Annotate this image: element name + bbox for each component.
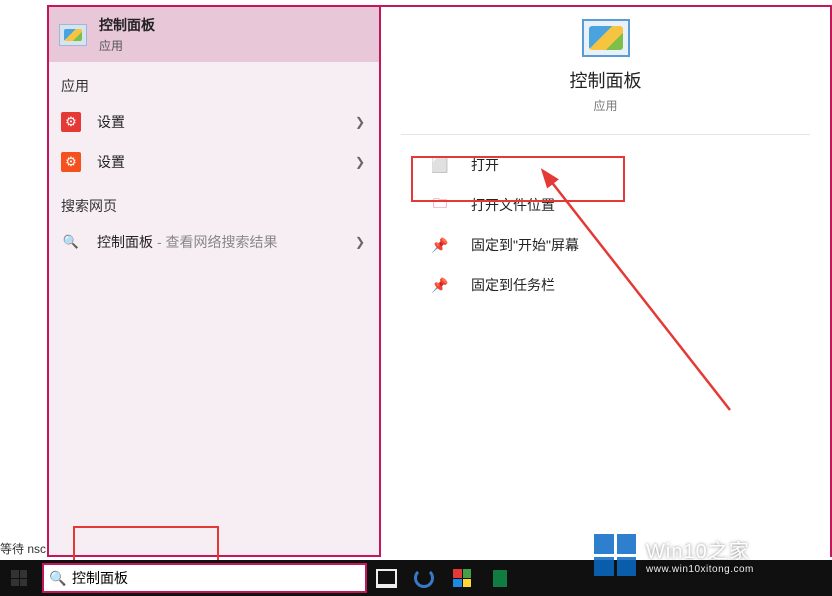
control-panel-large-icon: [582, 19, 630, 57]
chevron-right-icon: ❯: [355, 115, 365, 129]
windows-logo-icon: [11, 570, 27, 586]
detail-subtitle: 应用: [381, 97, 830, 114]
status-text: 等待 nsc: [0, 540, 46, 557]
task-view-button[interactable]: [367, 560, 405, 596]
open-icon: ⬜: [431, 156, 449, 174]
pin-icon: 📌: [431, 236, 449, 254]
divider: [401, 134, 810, 135]
search-icon: 🔍: [44, 570, 72, 587]
action-pin-start[interactable]: 📌 固定到"开始"屏幕: [381, 225, 830, 265]
result-settings-1[interactable]: 设置 ❯: [49, 102, 379, 142]
section-web-label: 搜索网页: [49, 182, 379, 222]
excel-taskbar-icon[interactable]: [481, 560, 519, 596]
gear-icon: [61, 152, 81, 172]
folder-icon: 🗀: [431, 196, 449, 214]
action-label: 固定到任务栏: [471, 275, 555, 295]
result-label: 控制面板: [97, 232, 153, 252]
action-open[interactable]: ⬜ 打开: [381, 145, 830, 185]
section-apps-label: 应用: [49, 62, 379, 102]
chevron-right-icon: ❯: [355, 235, 365, 249]
edge-taskbar-icon[interactable]: [405, 560, 443, 596]
best-match-title: 控制面板: [99, 15, 155, 35]
start-button[interactable]: [0, 560, 38, 596]
action-label: 打开文件位置: [471, 195, 555, 215]
result-label: 设置: [97, 112, 125, 132]
action-label: 打开: [471, 155, 499, 175]
action-open-location[interactable]: 🗀 打开文件位置: [381, 185, 830, 225]
office-taskbar-icon[interactable]: [443, 560, 481, 596]
result-settings-2[interactable]: 设置 ❯: [49, 142, 379, 182]
action-pin-taskbar[interactable]: 📌 固定到任务栏: [381, 265, 830, 305]
taskbar: 🔍: [0, 560, 832, 596]
detail-title: 控制面板: [381, 67, 830, 93]
taskbar-search-box[interactable]: 🔍: [42, 563, 367, 593]
gear-icon: [61, 112, 81, 132]
result-label: 设置: [97, 152, 125, 172]
action-label: 固定到"开始"屏幕: [471, 235, 579, 255]
search-icon: [61, 232, 81, 252]
pin-icon: 📌: [431, 276, 449, 294]
search-results-panel: 控制面板 应用 应用 设置 ❯ 设置 ❯ 搜索网页 控制面板 - 查看网络搜索结…: [47, 5, 381, 557]
control-panel-icon: [59, 24, 87, 46]
search-input[interactable]: [72, 570, 365, 586]
detail-panel: 控制面板 应用 ⬜ 打开 🗀 打开文件位置 📌 固定到"开始"屏幕 📌 固定到任…: [381, 5, 832, 557]
best-match-control-panel[interactable]: 控制面板 应用: [49, 7, 379, 62]
best-match-subtitle: 应用: [99, 37, 155, 54]
best-match-text: 控制面板 应用: [99, 15, 155, 54]
result-web-search[interactable]: 控制面板 - 查看网络搜索结果 ❯: [49, 222, 379, 262]
result-sublabel: - 查看网络搜索结果: [157, 232, 278, 252]
chevron-right-icon: ❯: [355, 155, 365, 169]
